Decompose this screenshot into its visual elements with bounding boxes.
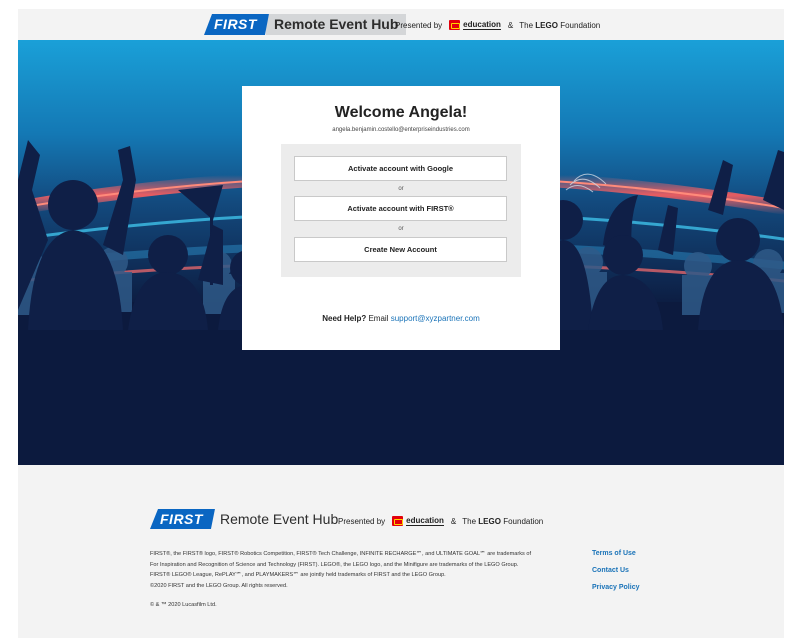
first-logo: FIRST xyxy=(150,509,215,529)
presented-by-label: Presented by xyxy=(338,516,386,526)
legal-line: FIRST® LEGO® League, RePLAY℠, and PLAYMA… xyxy=(150,572,446,579)
presented-by: Presented by education & The LEGO Founda… xyxy=(395,20,600,30)
footer-app-title: Remote Event Hub xyxy=(219,511,339,527)
contact-us-link[interactable]: Contact Us xyxy=(592,566,639,583)
legal-notice: FIRST®, the FIRST® logo, FIRST® Robotics… xyxy=(150,549,575,591)
footer-logo[interactable]: FIRST Remote Event Hub xyxy=(150,509,346,529)
help-email-prefix: Email xyxy=(368,314,389,323)
or-separator: or xyxy=(398,186,404,192)
create-account-button[interactable]: Create New Account xyxy=(294,237,507,262)
presented-by-label: Presented by xyxy=(395,20,443,30)
legal-line: For Inspiration and Recognition of Scien… xyxy=(150,561,519,568)
footer-links: Terms of Use Contact Us Privacy Policy xyxy=(592,549,639,600)
lego-education-label: education xyxy=(463,20,501,30)
help-label: Need Help? xyxy=(322,314,367,323)
legal-line: FIRST®, the FIRST® logo, FIRST® Robotics… xyxy=(150,551,532,557)
account-options-panel: Activate account with Google or Activate… xyxy=(281,144,521,277)
lucasfilm-copyright: © & ™ 2020 Lucasfilm Ltd. xyxy=(150,602,217,608)
account-email: angela.benjamin.costello@enterpriseindus… xyxy=(332,127,470,133)
lego-foundation-label: The LEGO Foundation xyxy=(519,20,601,30)
support-email-link[interactable]: support@xyzpartner.com xyxy=(391,314,480,323)
top-header: FIRST Remote Event Hub Presented by educ… xyxy=(18,9,784,40)
welcome-title: Welcome Angela! xyxy=(334,104,468,121)
page-frame: FIRST Remote Event Hub Presented by educ… xyxy=(18,9,784,638)
lego-education-label: education xyxy=(406,516,444,526)
footer-presented-by: Presented by education & The LEGO Founda… xyxy=(338,516,543,526)
legal-line: ©2020 FIRST and the LEGO Group. All righ… xyxy=(150,582,288,589)
header-logo[interactable]: FIRST Remote Event Hub xyxy=(204,14,407,35)
or-separator: or xyxy=(398,226,404,232)
welcome-card: Welcome Angela! angela.benjamin.costello… xyxy=(242,86,560,350)
hero-banner: Welcome Angela! angela.benjamin.costello… xyxy=(18,40,784,465)
lego-logo-icon xyxy=(449,20,461,30)
activate-first-button[interactable]: Activate account with FIRST® xyxy=(294,196,507,221)
app-title: Remote Event Hub xyxy=(265,14,407,35)
privacy-policy-link[interactable]: Privacy Policy xyxy=(592,583,639,600)
ampersand: & xyxy=(507,20,514,30)
page-footer: FIRST Remote Event Hub Presented by educ… xyxy=(18,465,784,638)
terms-of-use-link[interactable]: Terms of Use xyxy=(592,549,639,566)
activate-google-button[interactable]: Activate account with Google xyxy=(294,156,507,181)
lego-foundation-label: The LEGO Foundation xyxy=(462,516,544,526)
first-logo: FIRST xyxy=(204,14,269,35)
help-text: Need Help? Email support@xyzpartner.com xyxy=(242,314,560,323)
ampersand: & xyxy=(450,516,457,526)
lego-logo-icon xyxy=(392,516,404,526)
